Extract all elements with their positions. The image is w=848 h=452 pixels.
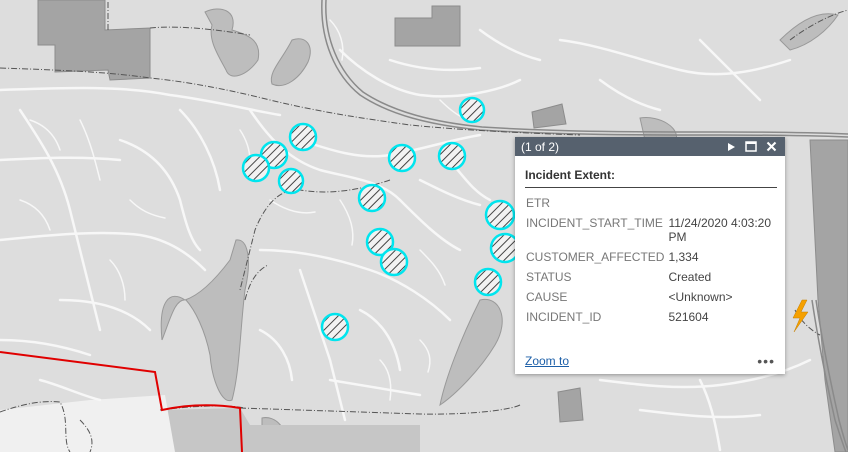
- attribute-value: 1,334: [668, 250, 699, 264]
- hatched-incident-icon[interactable]: [379, 247, 409, 277]
- table-row: INCIDENT_START_TIME 11/24/2020 4:03:20 P…: [524, 216, 780, 250]
- attribute-value: 521604: [668, 310, 709, 324]
- next-arrow-icon[interactable]: [723, 139, 739, 155]
- hatched-incident-icon[interactable]: [288, 122, 318, 152]
- hatched-incident-icon[interactable]: [387, 143, 417, 173]
- popup-header: (1 of 2): [515, 137, 785, 156]
- hatched-incident-icon[interactable]: [458, 96, 486, 124]
- incident-popup: (1 of 2) Incident Extent: ETR INCIDENT_S…: [515, 137, 785, 374]
- maximize-icon[interactable]: [743, 139, 759, 155]
- attribute-key: CAUSE: [526, 290, 568, 304]
- table-row: CUSTOMER_AFFECTED 1,334: [524, 250, 780, 270]
- attribute-value: <Unknown>: [668, 290, 733, 304]
- more-options-icon[interactable]: •••: [757, 353, 775, 369]
- attribute-key: INCIDENT_ID: [526, 310, 602, 324]
- hatched-incident-icon[interactable]: [437, 141, 467, 171]
- hatched-incident-icon[interactable]: [320, 312, 350, 342]
- hatched-incident-icon[interactable]: [241, 153, 271, 183]
- attribute-value: [666, 196, 780, 216]
- table-row: STATUS Created: [524, 270, 780, 290]
- popup-title: Incident Extent:: [525, 168, 777, 188]
- attribute-table: ETR INCIDENT_START_TIME 11/24/2020 4:03:…: [524, 196, 780, 330]
- attribute-key: INCIDENT_START_TIME: [526, 216, 663, 230]
- popup-feature-count: (1 of 2): [521, 139, 560, 154]
- hatched-incident-icon[interactable]: [357, 183, 387, 213]
- table-row: ETR: [524, 196, 780, 216]
- hatched-incident-icon[interactable]: [277, 167, 305, 195]
- attribute-key: STATUS: [526, 270, 572, 284]
- hatched-incident-icon[interactable]: [484, 199, 516, 231]
- attribute-value: 11/24/2020 4:03:20 PM: [668, 216, 772, 244]
- close-icon[interactable]: [763, 139, 779, 155]
- zoom-to-link[interactable]: Zoom to: [525, 354, 757, 368]
- attribute-value: Created: [668, 270, 712, 284]
- popup-footer: Zoom to •••: [525, 353, 775, 369]
- hatched-incident-icon[interactable]: [473, 267, 503, 297]
- attribute-key: CUSTOMER_AFFECTED: [526, 250, 665, 264]
- table-row: CAUSE <Unknown>: [524, 290, 780, 310]
- attribute-key: ETR: [526, 196, 550, 210]
- table-row: INCIDENT_ID 521604: [524, 310, 780, 330]
